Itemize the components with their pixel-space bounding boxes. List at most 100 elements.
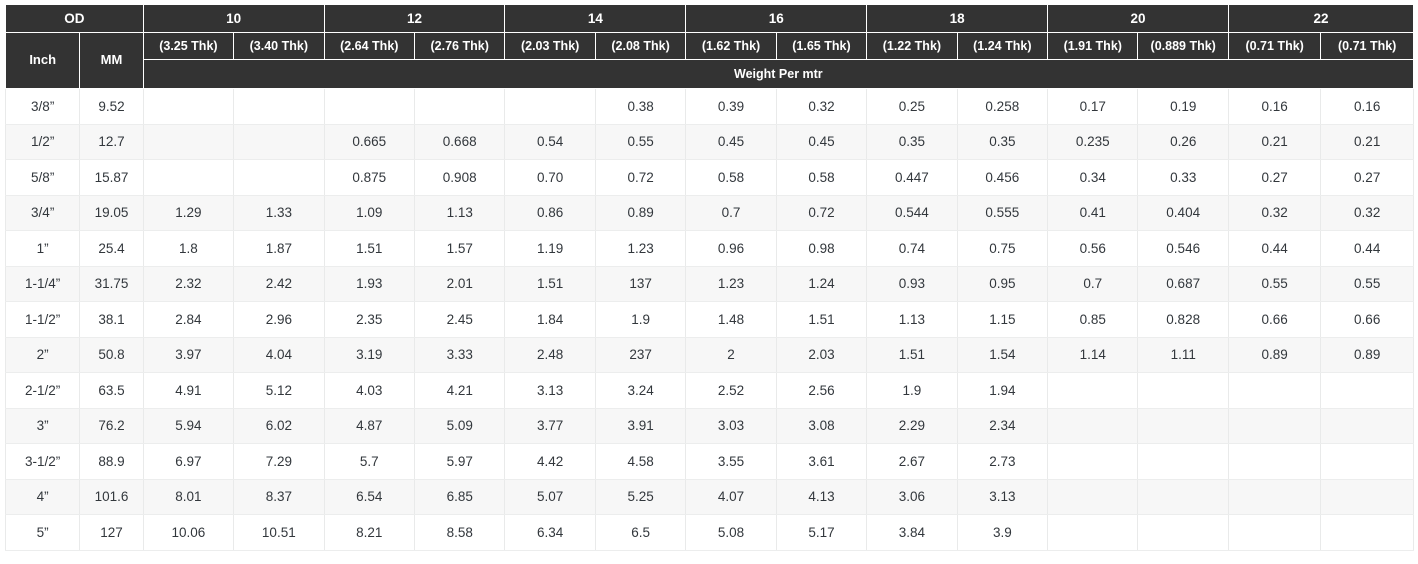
cell-weight: 0.55 (1227, 265, 1322, 302)
cell-weight: 0.39 (685, 88, 777, 125)
cell-weight: 5.07 (504, 478, 596, 515)
header-size-group-14: 14 (504, 4, 687, 33)
cell-weight: 2.42 (233, 265, 325, 302)
cell-weight: 0.56 (1047, 230, 1139, 267)
cell-weight-empty (323, 88, 415, 125)
cell-weight: 2.52 (685, 372, 777, 409)
cell-weight: 0.89 (1227, 336, 1322, 373)
cell-weight: 0.7 (1047, 265, 1139, 302)
cell-weight: 0.21 (1320, 123, 1414, 160)
header-thickness-0-71-a: (0.71 Thk) (1227, 32, 1322, 60)
cell-weight: 1.51 (866, 336, 958, 373)
header-size-group-12: 12 (323, 4, 506, 33)
cell-weight: 1.48 (685, 301, 777, 338)
cell-weight: 0.86 (504, 194, 596, 231)
cell-weight: 6.85 (413, 478, 506, 515)
cell-weight: 0.235 (1047, 123, 1139, 160)
cell-weight: 2.73 (956, 443, 1049, 480)
cell-weight: 0.89 (594, 194, 687, 231)
cell-weight: 0.44 (1227, 230, 1322, 267)
cell-weight: 3.61 (775, 443, 868, 480)
cell-weight: 2.84 (142, 301, 235, 338)
header-thickness-0-889: (0.889 Thk) (1137, 32, 1229, 60)
header-row-thickness: Inch MM (3.25 Thk) (3.40 Thk) (2.64 Thk)… (4, 32, 1414, 89)
cell-weight: 0.27 (1320, 159, 1414, 196)
header-thickness-1-62: (1.62 Thk) (685, 32, 777, 60)
cell-mm: 15.87 (79, 159, 144, 196)
cell-weight-empty (1047, 478, 1139, 515)
cell-weight: 7.29 (233, 443, 325, 480)
cell-weight: 5.09 (413, 407, 506, 444)
cell-weight: 2.45 (413, 301, 506, 338)
cell-weight-empty (142, 123, 235, 160)
cell-weight: 1.14 (1047, 336, 1139, 373)
cell-weight: 0.58 (775, 159, 868, 196)
cell-weight: 0.38 (594, 88, 687, 125)
cell-weight: 0.41 (1047, 194, 1139, 231)
cell-weight: 3.03 (685, 407, 777, 444)
cell-weight: 5.94 (142, 407, 235, 444)
cell-inch: 1” (4, 230, 81, 267)
cell-weight: 6.34 (504, 514, 596, 551)
table-row: 3” 76.2 5.94 6.02 4.87 5.09 3.77 3.91 3.03 3.08 2.… (4, 407, 1414, 444)
cell-weight: 1.23 (594, 230, 687, 267)
cell-weight: 137 (594, 265, 687, 302)
table-row: 1/2” 12.7 0.665 0.668 0.54 0.55 0.45 0.45 0.35 0.… (4, 123, 1414, 160)
cell-weight: 0.35 (956, 123, 1049, 160)
cell-weight: 1.11 (1137, 336, 1229, 373)
cell-weight-empty (142, 88, 235, 125)
cell-weight: 3.9 (956, 514, 1049, 551)
table-row: 5/8” 15.87 0.875 0.908 0.70 0.72 0.58 0.58 0.447… (4, 159, 1414, 196)
cell-mm: 12.7 (79, 123, 144, 160)
table-body: 3/8” 9.52 0.38 0.39 0.32 0.25 0.258 0.17 0.19 0.1… (4, 88, 1414, 551)
header-thickness-2-08: (2.08 Thk) (594, 32, 687, 60)
cell-weight: 0.404 (1137, 194, 1229, 231)
cell-weight: 6.97 (142, 443, 235, 480)
cell-weight: 0.17 (1047, 88, 1139, 125)
table-row: 1” 25.4 1.8 1.87 1.51 1.57 1.19 1.23 0.96 0.98 0.7… (4, 230, 1414, 267)
cell-weight-empty (1320, 372, 1414, 409)
cell-weight: 1.51 (504, 265, 596, 302)
header-thickness-1-91: (1.91 Thk) (1047, 32, 1139, 60)
cell-weight: 0.16 (1227, 88, 1322, 125)
header-thickness-2-03: (2.03 Thk) (504, 32, 596, 60)
cell-weight: 0.546 (1137, 230, 1229, 267)
cell-weight: 0.687 (1137, 265, 1229, 302)
cell-weight: 1.94 (956, 372, 1049, 409)
header-od-group: OD (5, 4, 144, 33)
header-thickness-3-40: (3.40 Thk) (233, 32, 325, 60)
header-thickness-0-71-b: (0.71 Thk) (1320, 32, 1414, 60)
cell-weight: 1.29 (142, 194, 235, 231)
cell-weight: 1.23 (685, 265, 777, 302)
cell-weight: 0.70 (504, 159, 596, 196)
cell-weight: 0.27 (1227, 159, 1322, 196)
cell-weight: 3.24 (594, 372, 687, 409)
cell-weight: 6.5 (594, 514, 687, 551)
cell-weight-empty (1047, 407, 1139, 444)
cell-weight: 4.42 (504, 443, 596, 480)
cell-weight: 2.48 (504, 336, 596, 373)
header-size-group-10: 10 (142, 4, 325, 33)
cell-weight: 8.21 (323, 514, 415, 551)
cell-weight: 3.19 (323, 336, 415, 373)
cell-weight: 1.57 (413, 230, 506, 267)
cell-weight: 1.13 (413, 194, 506, 231)
cell-weight: 4.87 (323, 407, 415, 444)
cell-weight: 0.34 (1047, 159, 1139, 196)
cell-weight-empty (233, 88, 325, 125)
cell-weight: 2.32 (142, 265, 235, 302)
cell-weight: 0.828 (1137, 301, 1229, 338)
cell-mm: 101.6 (79, 478, 144, 515)
header-weight-per-mtr: Weight Per mtr (142, 59, 1415, 89)
cell-weight: 1.33 (233, 194, 325, 231)
cell-weight: 0.32 (1227, 194, 1322, 231)
header-thickness-1-24: (1.24 Thk) (956, 32, 1049, 60)
cell-weight: 0.66 (1227, 301, 1322, 338)
cell-weight: 0.21 (1227, 123, 1322, 160)
cell-weight: 2.67 (866, 443, 958, 480)
table-row: 2” 50.8 3.97 4.04 3.19 3.33 2.48 237 2 2.03 1.51 1.… (4, 336, 1414, 373)
cell-weight: 4.21 (413, 372, 506, 409)
cell-weight: 1.24 (775, 265, 868, 302)
cell-weight-empty (1320, 514, 1414, 551)
cell-weight: 5.25 (594, 478, 687, 515)
